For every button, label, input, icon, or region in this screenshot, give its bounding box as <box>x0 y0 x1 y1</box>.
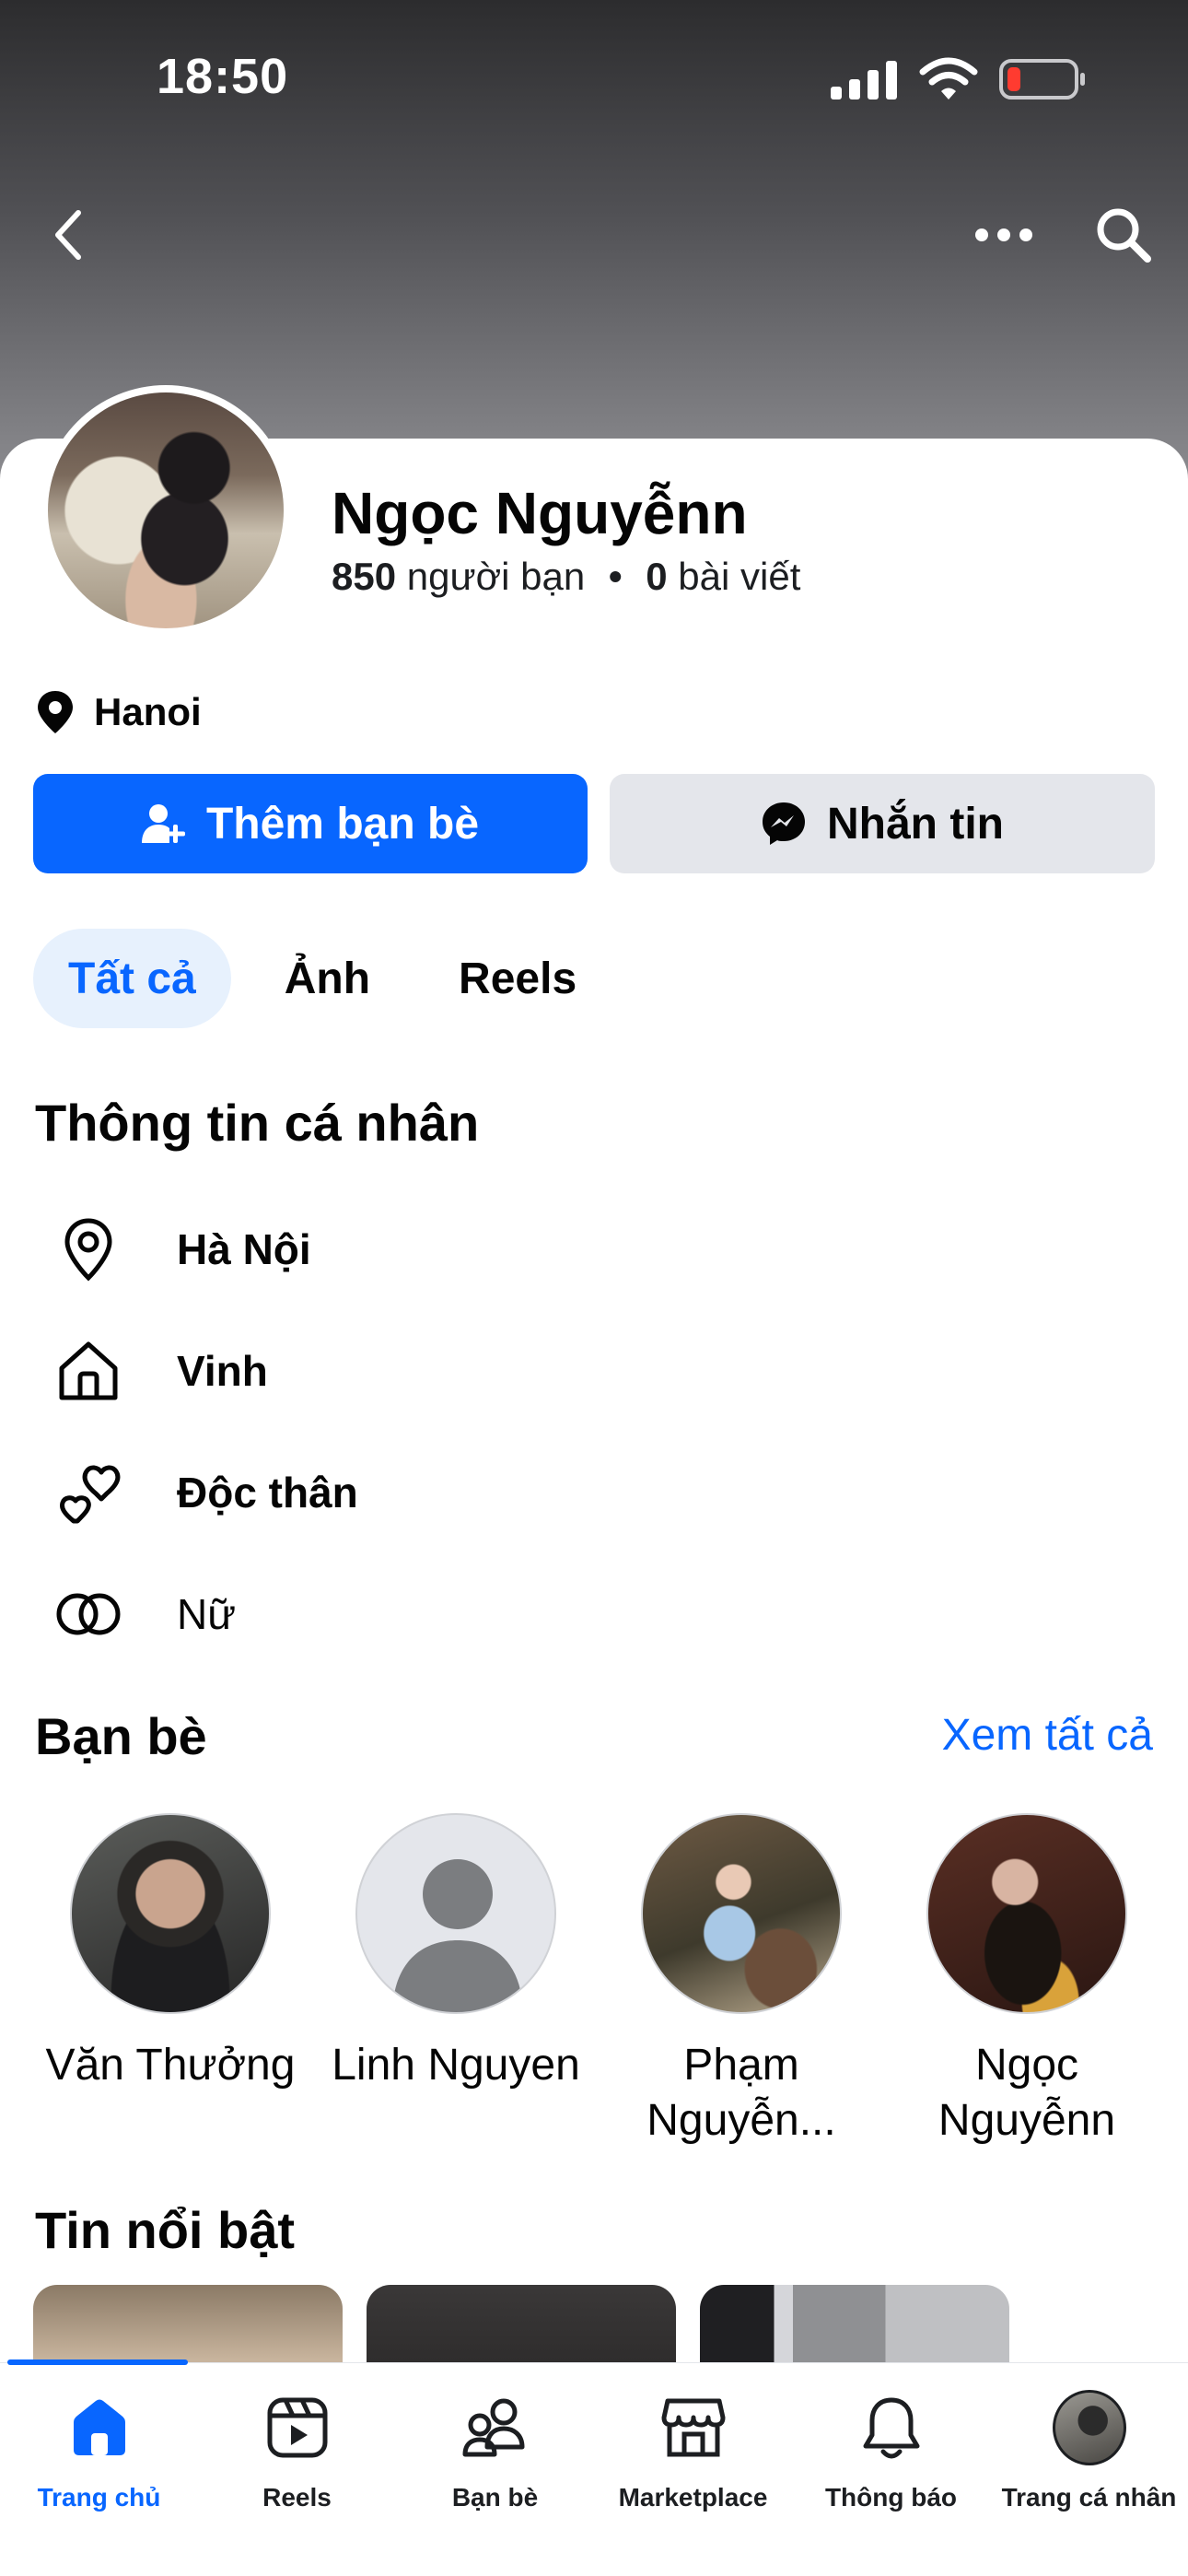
highlights-title: Tin nổi bật <box>35 2201 296 2259</box>
friend-name: Văn Thưởng <box>45 2041 296 2090</box>
profile-location: Hanoi <box>35 689 202 735</box>
tab-notifications[interactable]: Thông báo <box>792 2391 990 2512</box>
search-button[interactable] <box>1087 203 1160 267</box>
posts-count: 0 <box>646 555 668 598</box>
friend-avatar <box>70 1813 271 2014</box>
messenger-icon <box>763 802 805 845</box>
tab-home-label: Trang chủ <box>37 2483 161 2512</box>
tab-reels[interactable]: Reels <box>424 929 611 1028</box>
add-friend-label: Thêm bạn bè <box>205 799 480 849</box>
action-buttons: Thêm bạn bè Nhắn tin <box>33 774 1155 873</box>
search-icon <box>1097 208 1151 263</box>
friends-title: Bạn bè <box>35 1707 207 1765</box>
friend-card[interactable]: Phạm Nguyễn... <box>599 1813 884 2149</box>
message-label: Nhắn tin <box>827 799 1004 849</box>
friends-count: 850 <box>332 555 397 598</box>
info-hometown: Vinh <box>177 1347 268 1395</box>
stats-separator: • <box>608 555 623 598</box>
profile-stats: 850 người bạn • 0 bài viết <box>332 555 800 599</box>
info-relationship: Độc thân <box>177 1469 358 1516</box>
location-pin-icon <box>37 1217 140 1282</box>
battery-icon <box>998 58 1087 105</box>
profile-location-label: Hanoi <box>94 690 202 733</box>
tab-marketplace-label: Marketplace <box>618 2483 768 2512</box>
info-row-gender: Nữ <box>37 1553 1142 1675</box>
profile-avatar[interactable] <box>41 385 291 636</box>
bell-icon <box>855 2391 928 2465</box>
home-icon <box>37 1339 140 1403</box>
info-gender: Nữ <box>177 1590 237 1638</box>
info-current-city: Hà Nội <box>177 1225 311 1273</box>
tab-profile[interactable]: Trang cá nhân <box>990 2390 1188 2512</box>
add-friend-icon <box>141 804 185 843</box>
default-avatar-icon <box>392 1859 523 2012</box>
friend-name: Phạm Nguyễn... <box>646 2041 836 2145</box>
status-time: 18:50 <box>157 49 289 104</box>
active-tab-indicator <box>7 2359 188 2365</box>
wifi-icon <box>919 57 978 106</box>
home-filled-icon <box>63 2391 136 2465</box>
friend-avatar-placeholder <box>355 1813 556 2014</box>
status-bar: 18:50 <box>0 0 1188 157</box>
profile-page: 18:50 Ngọc Nguyễnn 850 người bạn • 0 bài… <box>0 0 1188 2576</box>
friend-name: Linh Nguyen <box>332 2041 580 2090</box>
tab-marketplace[interactable]: Marketplace <box>594 2391 792 2512</box>
back-button[interactable] <box>37 203 101 267</box>
gender-rings-icon <box>37 1591 140 1637</box>
posts-count-label: bài viết <box>678 555 801 598</box>
tab-profile-label: Trang cá nhân <box>1001 2483 1177 2512</box>
friend-card[interactable]: Linh Nguyen <box>313 1813 599 2149</box>
tab-notifications-label: Thông báo <box>824 2483 958 2512</box>
tab-home[interactable]: Trang chủ <box>0 2391 198 2512</box>
tab-photos[interactable]: Ảnh <box>250 929 405 1028</box>
hearts-icon <box>37 1460 140 1525</box>
profile-tabs: Tất cả Ảnh Reels <box>33 929 611 1028</box>
friends-count-label: người bạn <box>406 555 586 598</box>
tab-reels-label: Reels <box>262 2483 332 2512</box>
see-all-friends-link[interactable]: Xem tất cả <box>942 1710 1153 1761</box>
tab-all[interactable]: Tất cả <box>33 929 231 1028</box>
info-row-current-city: Hà Nội <box>37 1188 1142 1310</box>
location-pin-filled-icon <box>38 691 73 733</box>
profile-photo <box>48 392 284 628</box>
more-dots-icon <box>975 228 1032 241</box>
info-row-hometown: Vinh <box>37 1310 1142 1432</box>
friends-icon <box>459 2391 532 2465</box>
friend-card[interactable]: Ngọc Nguyễnn <box>884 1813 1170 2149</box>
tab-friends[interactable]: Bạn bè <box>396 2391 594 2512</box>
marketplace-icon <box>657 2391 730 2465</box>
friend-avatar <box>926 1813 1127 2014</box>
status-icons <box>829 57 1087 106</box>
profile-name: Ngọc Nguyễnn <box>332 480 748 546</box>
tab-reels-nav[interactable]: Reels <box>198 2391 396 2512</box>
bottom-tab-bar: Trang chủ Reels Bạn bè Marketplace Thông… <box>0 2359 1188 2576</box>
top-navigation <box>0 184 1188 286</box>
friend-avatar <box>641 1813 842 2014</box>
add-friend-button[interactable]: Thêm bạn bè <box>33 774 588 873</box>
reels-icon <box>261 2391 334 2465</box>
tab-friends-label: Bạn bè <box>451 2483 539 2512</box>
friend-name: Ngọc Nguyễnn <box>938 2041 1116 2145</box>
info-row-relationship: Độc thân <box>37 1432 1142 1553</box>
signal-icon <box>829 59 899 104</box>
personal-info-title: Thông tin cá nhân <box>35 1094 480 1152</box>
more-options-button[interactable] <box>967 203 1041 267</box>
friend-card[interactable]: Văn Thưởng <box>28 1813 313 2149</box>
tab-profile-avatar <box>1052 2390 1126 2465</box>
friends-grid: Văn Thưởng Linh Nguyen Phạm Nguyễn... Ng… <box>28 1813 1170 2149</box>
message-button[interactable]: Nhắn tin <box>610 774 1155 873</box>
profile-avatar-icon <box>1052 2390 1126 2465</box>
chevron-left-icon <box>55 210 81 260</box>
personal-info-list: Hà Nội Vinh Độc thân Nữ <box>37 1188 1142 1675</box>
